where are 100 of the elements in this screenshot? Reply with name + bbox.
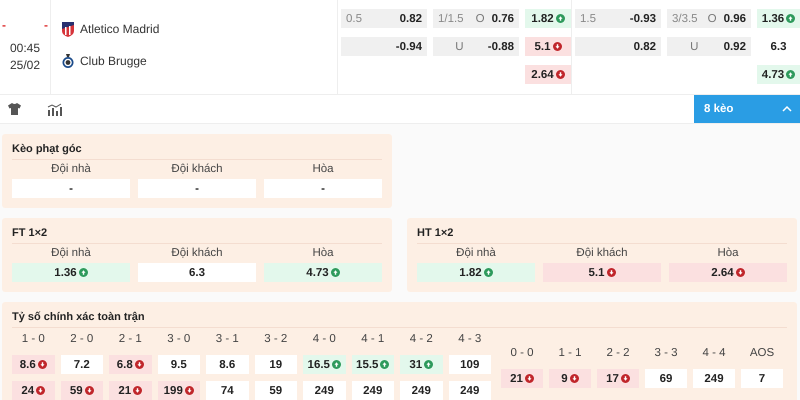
- odds-cell[interactable]: 1.82: [525, 9, 571, 28]
- odds-cell[interactable]: -: [12, 179, 130, 198]
- down-arrow-icon: [134, 360, 144, 369]
- column-label: Đội nhà: [50, 162, 92, 177]
- odds-cell[interactable]: 9: [549, 369, 591, 388]
- bar-chart-icon[interactable]: [47, 102, 63, 116]
- down-arrow-icon: [524, 374, 534, 383]
- score-label: 3 - 1: [214, 332, 240, 347]
- team-name: Atletico Madrid: [80, 22, 160, 36]
- odds-cell[interactable]: 6.8: [109, 355, 152, 374]
- odds-cell[interactable]: 59: [254, 381, 297, 400]
- odds-cell[interactable]: 1.36: [757, 9, 800, 28]
- column-label: Đội nhà: [455, 246, 497, 261]
- odds-cell[interactable]: 8.6: [12, 355, 54, 374]
- odds-cell[interactable]: 69: [645, 369, 687, 388]
- score-label: 2 - 0: [69, 332, 94, 347]
- odds-cell[interactable]: 8.6: [206, 355, 248, 374]
- up-arrow-icon: [786, 70, 796, 79]
- odds-cell[interactable]: 21: [501, 369, 543, 388]
- handicap-odds[interactable]: 1.5 -0.93: [575, 9, 661, 28]
- odds-cell[interactable]: 249: [400, 381, 442, 400]
- odds-cell[interactable]: 249: [693, 369, 735, 388]
- odds-cell[interactable]: 2.64: [525, 65, 571, 84]
- down-arrow-icon: [736, 268, 745, 277]
- score-label: 1 - 1: [557, 346, 582, 361]
- up-arrow-icon: [78, 268, 88, 277]
- score-label: 4 - 4: [701, 346, 726, 361]
- score-label: 2 - 2: [605, 346, 630, 361]
- score-text: -: [44, 18, 48, 32]
- odds-cell[interactable]: 249: [303, 381, 346, 400]
- odds-cell[interactable]: 4.73: [264, 263, 382, 282]
- odds-cell[interactable]: 5.1: [525, 37, 571, 56]
- odds-cell[interactable]: 21: [109, 381, 152, 400]
- score-label: 2 - 1: [118, 332, 143, 347]
- odds-cell[interactable]: 59: [60, 381, 103, 400]
- odds-cell[interactable]: 249: [448, 381, 491, 400]
- crest-icon: [62, 53, 74, 69]
- up-arrow-icon: [380, 360, 390, 369]
- odds-cell[interactable]: -: [138, 179, 256, 198]
- down-arrow-icon: [184, 386, 194, 395]
- down-arrow-icon: [620, 374, 630, 383]
- column-label: Đội khách: [170, 246, 224, 261]
- down-arrow-icon: [552, 42, 562, 51]
- up-arrow-icon: [332, 360, 341, 369]
- over-under-odds[interactable]: U -0.88: [433, 37, 519, 56]
- up-arrow-icon: [330, 268, 340, 277]
- odds-cell[interactable]: 7.2: [60, 355, 103, 374]
- panel-title: Kèo phạt góc: [12, 143, 382, 160]
- handicap-odds[interactable]: 0.5 0.82: [341, 9, 427, 28]
- column-label: Hòa: [716, 246, 740, 261]
- column-label: Đội khách: [170, 162, 224, 177]
- odds-cell[interactable]: 24: [12, 381, 54, 400]
- odds-cell[interactable]: 109: [448, 355, 491, 374]
- odds-cell[interactable]: 199: [158, 381, 200, 400]
- match-time: 00:45: [10, 40, 40, 57]
- down-arrow-icon: [570, 374, 579, 383]
- score-label: 4 - 1: [360, 332, 386, 347]
- odds-cell[interactable]: 4.73: [757, 65, 800, 84]
- odds-cell[interactable]: 7: [741, 369, 783, 388]
- column-label: Đội nhà: [50, 246, 92, 261]
- handicap-odds[interactable]: 0.82: [575, 37, 661, 56]
- down-arrow-icon: [84, 386, 94, 395]
- over-under-odds[interactable]: 3/3.5 O 0.96: [667, 9, 751, 28]
- caret-icon: [782, 105, 792, 113]
- column-label: Hòa: [311, 162, 335, 177]
- over-under-odds[interactable]: 1/1.5 O 0.76: [433, 9, 519, 28]
- odds-cell[interactable]: 6.3: [138, 263, 256, 282]
- column-label: Hòa: [311, 246, 335, 261]
- score-label: 0 - 0: [509, 346, 534, 361]
- odds-cell[interactable]: 1.82: [417, 263, 535, 282]
- odds-cell[interactable]: 6.3: [757, 37, 800, 56]
- score-label: 3 - 0: [166, 332, 192, 347]
- odds-cell[interactable]: 31: [400, 355, 442, 374]
- team-name: Club Brugge: [80, 54, 147, 68]
- odds-cell[interactable]: 17: [597, 369, 639, 388]
- up-arrow-icon: [484, 268, 493, 277]
- score-label: 4 - 3: [457, 332, 482, 347]
- score-label: 3 - 3: [653, 346, 678, 361]
- odds-cell[interactable]: 19: [254, 355, 297, 374]
- match-date: 25/02: [10, 57, 40, 74]
- odds-cell[interactable]: 74: [206, 381, 248, 400]
- odds-cell[interactable]: 15.5: [352, 355, 394, 374]
- shirt-icon[interactable]: [8, 103, 21, 115]
- down-arrow-icon: [133, 386, 142, 395]
- panel-title: HT 1×2: [417, 227, 787, 244]
- panel-title: Tỷ số chính xác toàn trận: [12, 311, 787, 328]
- up-arrow-icon: [786, 14, 796, 23]
- handicap-odds[interactable]: -0.94: [341, 37, 427, 56]
- odds-cell[interactable]: 5.1: [543, 263, 661, 282]
- odds-cell[interactable]: 16.5: [303, 355, 346, 374]
- odds-cell[interactable]: 1.36: [12, 263, 130, 282]
- odds-cell[interactable]: 249: [352, 381, 394, 400]
- up-arrow-icon: [424, 360, 434, 369]
- down-arrow-icon: [606, 268, 616, 277]
- up-arrow-icon: [556, 14, 565, 23]
- odds-cell[interactable]: 2.64: [669, 263, 787, 282]
- odds-cell[interactable]: -: [264, 179, 382, 198]
- over-under-odds[interactable]: U 0.92: [667, 37, 751, 56]
- odds-cell[interactable]: 9.5: [158, 355, 200, 374]
- score-label: AOS: [748, 346, 776, 361]
